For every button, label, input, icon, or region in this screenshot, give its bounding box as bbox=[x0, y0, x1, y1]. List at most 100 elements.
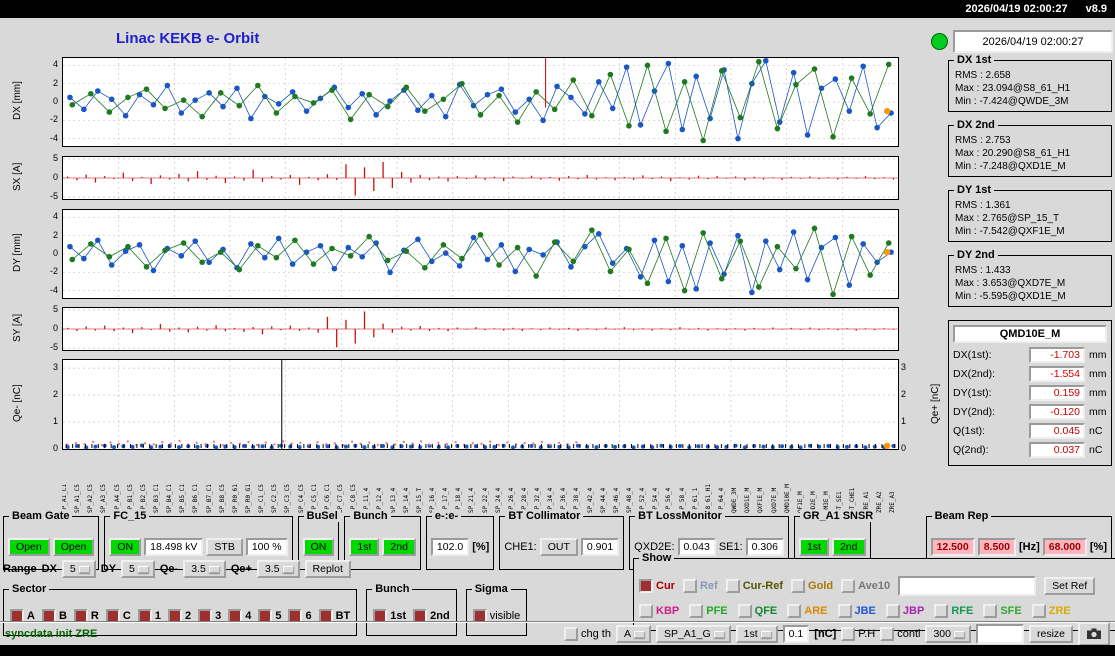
monitor-select[interactable]: SP_A1_G bbox=[655, 624, 731, 643]
checkbox-indicator[interactable] bbox=[639, 578, 653, 593]
conti-indicator[interactable] bbox=[880, 626, 895, 641]
monitor-label: SP_18_4 bbox=[455, 487, 463, 513]
screenshot-button[interactable] bbox=[1078, 621, 1110, 646]
check-cur[interactable]: Cur bbox=[639, 578, 675, 593]
y-tick-label: 2 bbox=[901, 389, 907, 400]
check-kbp[interactable]: KBP bbox=[639, 604, 679, 619]
checkbox-label: 3 bbox=[215, 609, 222, 622]
replot-button[interactable]: Replot bbox=[304, 560, 351, 578]
qmd-row-unit: mm bbox=[1089, 406, 1107, 418]
monitor-label: SP_16_4 bbox=[428, 487, 436, 513]
ph-label: P.H bbox=[858, 627, 876, 640]
monitor-label: BT_CHE1 bbox=[849, 487, 857, 513]
gr-snsr-2nd-button[interactable]: 2nd bbox=[831, 538, 866, 556]
gr-snsr-title: GR_A1 SNSR bbox=[799, 510, 877, 522]
checkbox-indicator[interactable] bbox=[837, 604, 852, 619]
check-pfe[interactable]: PFE bbox=[689, 604, 728, 619]
monitor-label: SP_32_4 bbox=[534, 487, 542, 513]
monitor-label: S8_61_H1 bbox=[704, 484, 712, 513]
checkbox-indicator[interactable] bbox=[639, 604, 653, 619]
threshold-readout: 0.1 bbox=[782, 624, 810, 643]
checkbox-indicator[interactable] bbox=[983, 604, 998, 619]
checkbox-indicator[interactable] bbox=[682, 578, 697, 593]
monitor-label: SP_21_4 bbox=[468, 487, 476, 513]
che1-out-button[interactable]: OUT bbox=[539, 538, 578, 556]
ref-name-input[interactable] bbox=[898, 575, 1037, 596]
checkbox-indicator[interactable] bbox=[934, 604, 949, 619]
monitor-label: SP_34_4 bbox=[547, 487, 555, 513]
gr-snsr-1st-button[interactable]: 1st bbox=[798, 538, 829, 556]
orbit-app-window: 2026/04/19 02:00:27 v8.9 Linac KEKB e- O… bbox=[0, 0, 1115, 656]
checkbox-indicator[interactable] bbox=[737, 604, 752, 619]
chg-th-label: chg th bbox=[580, 627, 611, 640]
fc15-stb-button[interactable]: STB bbox=[206, 538, 243, 556]
sx-axis-label: SX [A] bbox=[12, 162, 23, 192]
y-tick-label: -4 bbox=[49, 284, 58, 295]
bunch-title: Bunch bbox=[350, 510, 391, 522]
checkbox-indicator[interactable] bbox=[1031, 604, 1046, 619]
checkbox-label: 1st bbox=[390, 609, 407, 622]
conti-checkbox[interactable]: conti bbox=[880, 626, 920, 641]
camera-icon bbox=[1087, 628, 1101, 639]
check-rfe[interactable]: RFE bbox=[934, 604, 973, 619]
interval-input[interactable] bbox=[975, 623, 1024, 644]
y-tick-label: 0 bbox=[901, 443, 907, 453]
checkbox-indicator[interactable] bbox=[725, 578, 740, 593]
checkbox-indicator[interactable] bbox=[787, 604, 802, 619]
monitor-label: SP_B8_C5 bbox=[218, 484, 226, 513]
range-qem-select[interactable]: 3.5 bbox=[183, 560, 226, 578]
threshold-unit: [nC] bbox=[814, 627, 837, 640]
fc15-on-button[interactable]: ON bbox=[109, 538, 142, 556]
resize-button[interactable]: resize bbox=[1028, 624, 1073, 643]
monitor-label: SP_B5_C1 bbox=[179, 484, 187, 513]
check-ref[interactable]: Ref bbox=[682, 578, 718, 593]
checkbox-indicator[interactable] bbox=[689, 604, 704, 619]
sector-a-select[interactable]: A bbox=[615, 624, 651, 643]
check-are[interactable]: ARE bbox=[787, 604, 828, 619]
bunch-2nd-button[interactable]: 2nd bbox=[382, 538, 416, 556]
monitor-label: QWDE_3M bbox=[731, 487, 739, 513]
range-dx-select[interactable]: 5 bbox=[61, 560, 96, 578]
stat-rms: RMS : 2.753 bbox=[955, 135, 1011, 146]
checkbox-label: JBE bbox=[854, 605, 876, 618]
checkbox-indicator[interactable] bbox=[791, 578, 806, 593]
qmd-row-unit: mm bbox=[1089, 368, 1107, 380]
check-ave10[interactable]: Ave10 bbox=[841, 578, 890, 593]
busel-on-button[interactable]: ON bbox=[302, 538, 335, 556]
monitor-label: SP_44_4 bbox=[599, 487, 607, 513]
y-tick-label: -2 bbox=[49, 114, 58, 125]
sidebar-stats: DX 1st RMS : 2.658 Max : 23.094@S8_61_H1 Mi… bbox=[948, 54, 1112, 307]
check-jbp[interactable]: JBP bbox=[885, 604, 924, 619]
interval-select[interactable]: 300 bbox=[925, 624, 971, 643]
show-row-2: KBP PFE QFE ARE JBE JBP RFE SFE ZRE bbox=[639, 604, 1115, 619]
bunch-1st-button[interactable]: 1st bbox=[349, 538, 380, 556]
range-dy-label: DY bbox=[100, 563, 117, 575]
bunch-select[interactable]: 1st bbox=[735, 624, 778, 643]
beam-gate-open-2-button[interactable]: Open bbox=[52, 538, 95, 556]
y-tick-label: 2 bbox=[52, 77, 58, 88]
beam-gate-open-1-button[interactable]: Open bbox=[8, 538, 50, 556]
checkbox-label: B bbox=[58, 609, 67, 622]
checkbox-indicator[interactable] bbox=[841, 578, 856, 593]
range-qep-select[interactable]: 3.5 bbox=[256, 560, 300, 578]
check-sfe[interactable]: SFE bbox=[983, 604, 1022, 619]
stat-group-title: DX 2nd bbox=[954, 119, 998, 131]
check-zre[interactable]: ZRE bbox=[1031, 604, 1071, 619]
set-ref-button[interactable]: Set Ref bbox=[1044, 576, 1096, 595]
qmd-row-unit: mm bbox=[1089, 387, 1107, 399]
qmd-row-unit: nC bbox=[1089, 425, 1103, 437]
check-qfe[interactable]: QFE bbox=[737, 604, 777, 619]
monitor-label: SP_48_4 bbox=[626, 487, 634, 513]
ph-indicator[interactable] bbox=[841, 626, 856, 641]
check-jbe[interactable]: JBE bbox=[837, 604, 876, 619]
ph-checkbox[interactable]: P.H bbox=[841, 626, 876, 641]
check-cur-ref[interactable]: Cur-Ref bbox=[725, 578, 783, 593]
chg-th-indicator[interactable] bbox=[563, 626, 578, 641]
qe-plus-axis-label: Qe+ [nC] bbox=[930, 383, 941, 424]
check-gold[interactable]: Gold bbox=[791, 578, 833, 593]
monitor-label: ZRE_A1 bbox=[862, 491, 870, 513]
range-dy-select[interactable]: 5 bbox=[121, 560, 155, 578]
checkbox-indicator[interactable] bbox=[885, 604, 900, 619]
y-tick-label: 4 bbox=[52, 211, 58, 222]
chg-th-checkbox[interactable]: chg th bbox=[563, 626, 611, 641]
